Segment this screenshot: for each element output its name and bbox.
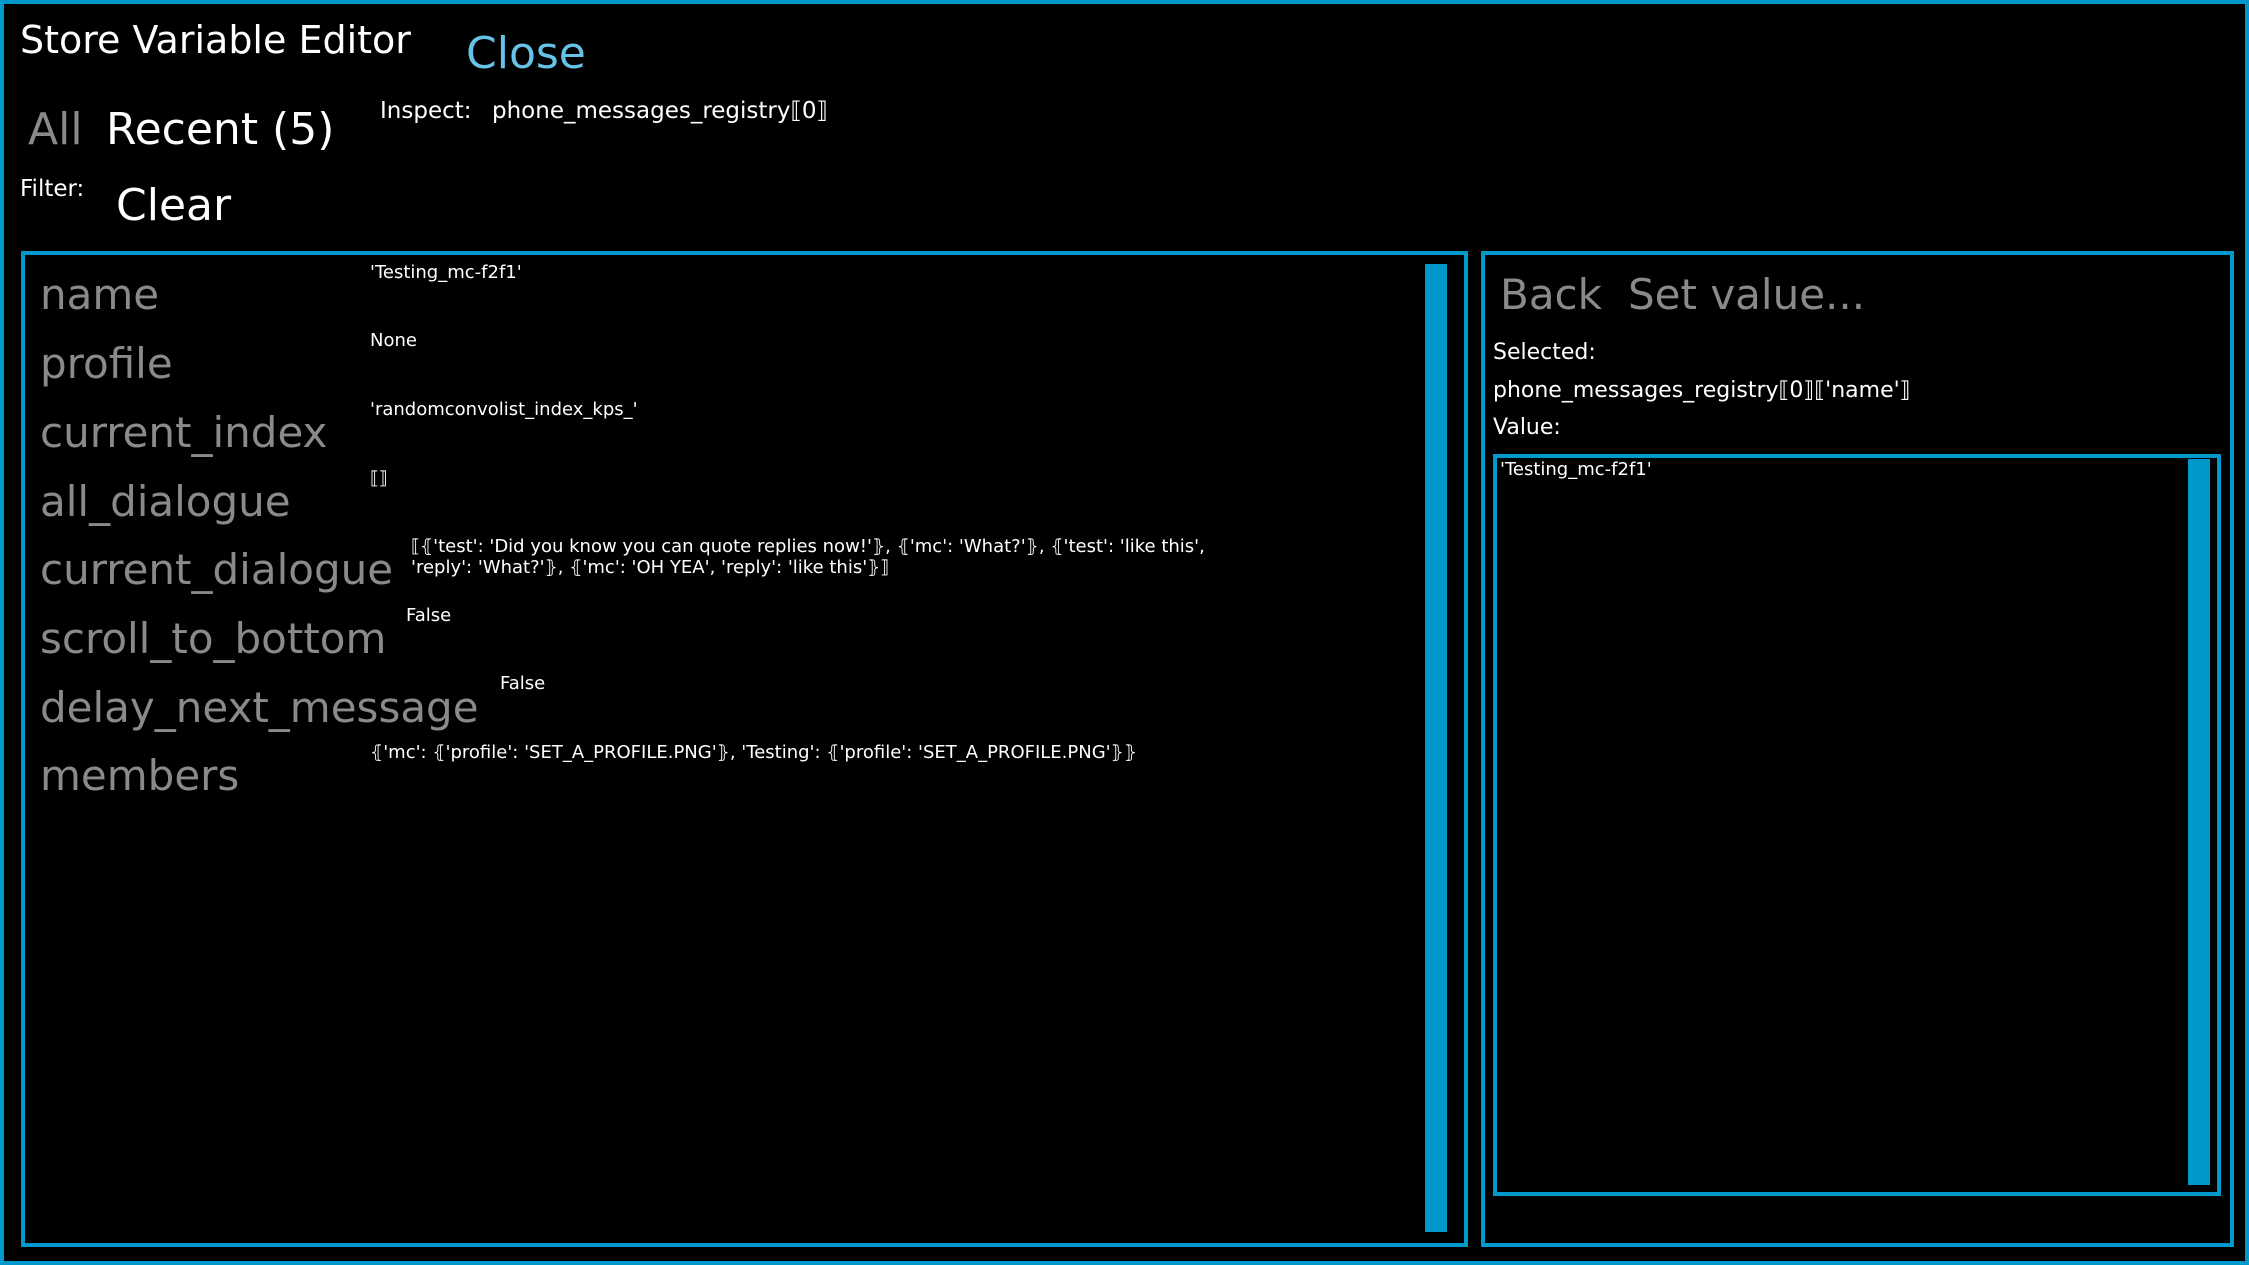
variable-value-name: 'Testing_mc-f2f1' — [370, 262, 522, 283]
close-button[interactable]: Close — [466, 28, 586, 79]
variable-value-delay-next-message: False — [500, 673, 546, 694]
tab-recent[interactable]: Recent (5) — [106, 104, 334, 155]
tab-all[interactable]: All — [28, 104, 83, 155]
variable-name-name[interactable]: name — [40, 270, 159, 319]
variable-name-current-index[interactable]: current_index — [40, 408, 327, 457]
variable-value-scroll-to-bottom: False — [406, 605, 452, 626]
value-text[interactable]: 'Testing_mc-f2f1' — [1500, 459, 1652, 480]
variable-name-scroll-to-bottom[interactable]: scroll_to_bottom — [40, 614, 386, 663]
window-title: Store Variable Editor — [20, 18, 411, 62]
variable-name-all-dialogue[interactable]: all_dialogue — [40, 477, 291, 526]
filter-label: Filter: — [20, 176, 85, 202]
variable-value-all-dialogue: ⟦⟧ — [370, 468, 388, 489]
value-scrollbar[interactable] — [2188, 459, 2210, 1185]
variable-value-members: ⦃'mc': ⦃'profile': 'SET_A_PROFILE.PNG'⦄,… — [370, 742, 1138, 763]
inspect-path: phone_messages_registry⟦0⟧ — [492, 98, 828, 124]
back-button[interactable]: Back — [1500, 270, 1602, 319]
variable-value-current-index: 'randomconvolist_index_kps_' — [370, 399, 638, 420]
value-textarea[interactable] — [1493, 454, 2221, 1196]
selected-label: Selected: — [1493, 340, 1596, 365]
variable-name-delay-next-message[interactable]: delay_next_message — [40, 683, 479, 732]
set-value-button[interactable]: Set value... — [1628, 270, 1865, 319]
inspect-label: Inspect: — [380, 98, 472, 124]
variable-name-current-dialogue[interactable]: current_dialogue — [40, 545, 393, 594]
selected-path: phone_messages_registry⟦0⟧⟦'name'⟧ — [1493, 378, 1911, 403]
value-label: Value: — [1493, 415, 1561, 440]
variable-name-profile[interactable]: profile — [40, 339, 173, 388]
variable-name-members[interactable]: members — [40, 751, 239, 800]
variable-value-current-dialogue: ⟦⦃'test': 'Did you know you can quote re… — [411, 536, 1205, 578]
variable-list-scrollbar[interactable] — [1425, 264, 1447, 1232]
clear-filter-button[interactable]: Clear — [116, 180, 231, 231]
variable-value-profile: None — [370, 330, 417, 351]
